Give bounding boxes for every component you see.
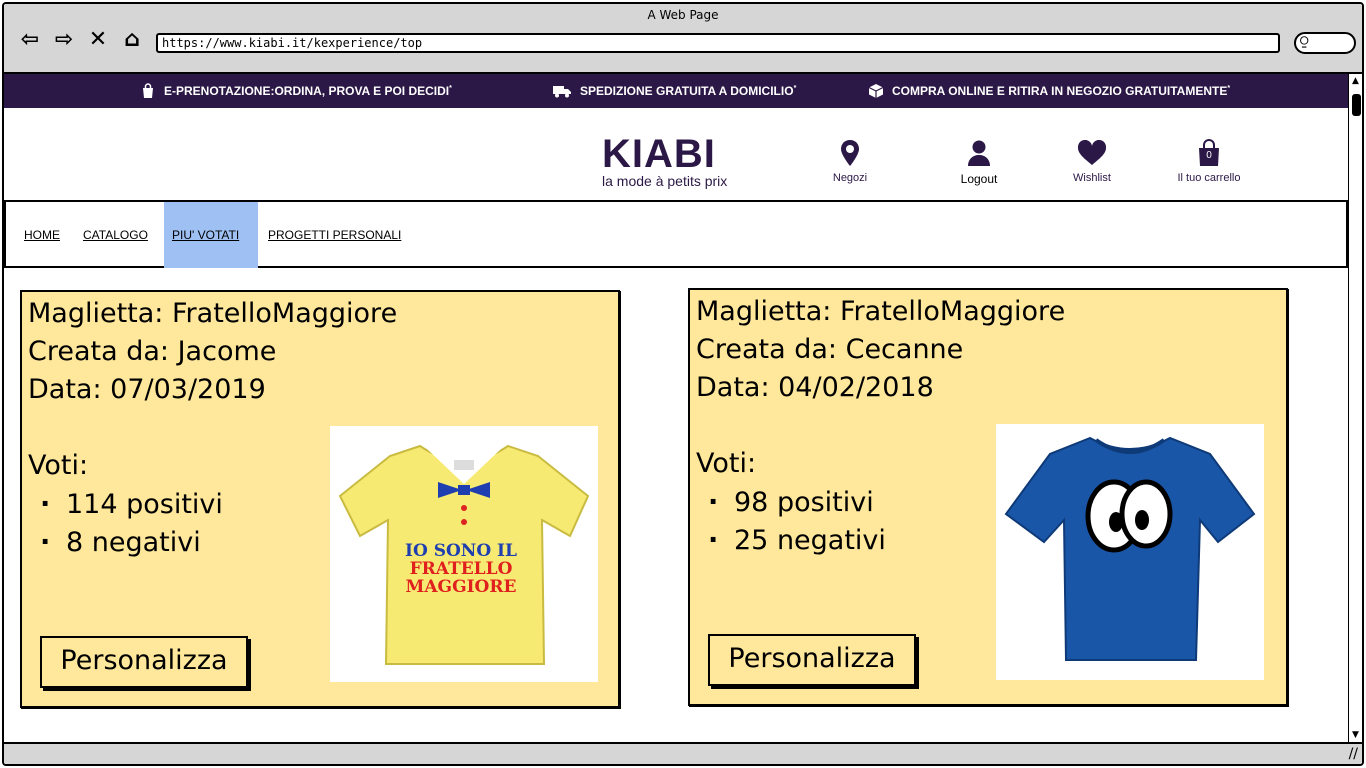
browser-search-field[interactable]: ⍜ xyxy=(1294,32,1356,54)
personalize-button[interactable]: Personalizza xyxy=(708,634,916,686)
card-date: Data: 07/03/2019 xyxy=(28,374,266,405)
yellow-tshirt-image: IO SONO IL FRATELLO MAGGIORE xyxy=(338,444,590,665)
resize-grip-icon[interactable]: // xyxy=(1349,746,1358,762)
product-card: Maglietta: FratelloMaggiore Creata da: C… xyxy=(688,288,1288,706)
votes-heading: Voti: xyxy=(28,450,89,481)
votes-positive: 98 positivi xyxy=(708,484,886,522)
scroll-down-arrow-icon[interactable]: ▼ xyxy=(1352,730,1359,740)
forward-arrow-icon[interactable]: ⇨ xyxy=(50,26,78,54)
promo-reservation-text: E-PRENOTAZIONE:ORDINA, PROVA E POI DECID… xyxy=(164,84,452,98)
scrollbar-thumb[interactable] xyxy=(1352,94,1361,116)
card-creator: Creata da: Jacome xyxy=(28,336,277,367)
window-title: A Web Page xyxy=(647,8,719,22)
promo-shipping-label: SPEDIZIONE GRATUITA A DOMICILIO xyxy=(580,84,794,98)
product-image[interactable]: IO SONO IL FRATELLO MAGGIORE xyxy=(330,426,598,682)
truck-icon xyxy=(553,86,571,98)
browser-nav-buttons: ⇦ ⇨ ✕ ⌂ xyxy=(16,26,146,54)
votes-list: 98 positivi 25 negativi xyxy=(708,484,886,560)
promo-bar: E-PRENOTAZIONE:ORDINA, PROVA E POI DECID… xyxy=(4,74,1348,108)
product-card: Maglietta: FratelloMaggiore Creata da: J… xyxy=(20,290,620,708)
stores-label: Negozi xyxy=(832,172,868,184)
shirt-print-line-2: FRATELLO xyxy=(410,559,513,579)
kiabi-logo[interactable]: KIABI la mode à petits prix xyxy=(602,132,754,190)
tab-piu-votati[interactable]: PIU' VOTATI xyxy=(164,202,258,268)
shirt-print-line-3: MAGGIORE xyxy=(406,577,517,597)
stop-x-icon[interactable]: ✕ xyxy=(84,26,112,54)
back-arrow-icon[interactable]: ⇦ xyxy=(16,26,44,54)
card-date: Data: 04/02/2018 xyxy=(696,372,934,403)
promo-pickup-asterisk: * xyxy=(1227,85,1231,92)
card-title: Maglietta: FratelloMaggiore xyxy=(696,296,1066,327)
user-icon xyxy=(968,140,990,166)
personalize-button[interactable]: Personalizza xyxy=(40,636,248,688)
logo-brand: KIABI xyxy=(602,132,716,176)
main-nav: HOME CATALOGO PIU' VOTATI PROGETTI PERSO… xyxy=(4,200,1348,268)
page-viewport: E-PRENOTAZIONE:ORDINA, PROVA E POI DECID… xyxy=(4,74,1348,742)
card-title: Maglietta: FratelloMaggiore xyxy=(28,298,398,329)
promo-reservation-asterisk: * xyxy=(449,85,452,92)
votes-negative: 8 negativi xyxy=(40,524,223,562)
promo-item-reservation[interactable]: E-PRENOTAZIONE:ORDINA, PROVA E POI DECID… xyxy=(140,83,452,99)
header-link-logout[interactable]: Logout xyxy=(929,138,1029,186)
scroll-up-arrow-icon[interactable]: ▲ xyxy=(1352,76,1359,86)
promo-pickup-text: COMPRA ONLINE E RITIRA IN NEGOZIO GRATUI… xyxy=(892,84,1230,98)
cart-count-badge: 0 xyxy=(1206,150,1212,161)
tab-progetti-personali[interactable]: PROGETTI PERSONALI xyxy=(260,202,409,268)
promo-shipping-text: SPEDIZIONE GRATUITA A DOMICILIO* xyxy=(580,84,796,98)
product-image[interactable] xyxy=(996,424,1264,680)
shopping-bag-icon xyxy=(143,83,153,98)
search-icon: ⍜ xyxy=(1300,33,1309,49)
votes-heading: Voti: xyxy=(696,448,757,479)
votes-positive: 114 positivi xyxy=(40,486,223,524)
header-link-stores[interactable]: Negozi xyxy=(800,138,900,184)
tab-home[interactable]: HOME xyxy=(16,202,68,268)
votes-list: 114 positivi 8 negativi xyxy=(40,486,223,562)
home-icon[interactable]: ⌂ xyxy=(118,26,146,54)
browser-chrome: A Web Page ⇦ ⇨ ✕ ⌂ https://www.kiabi.it/… xyxy=(4,4,1362,74)
votes-negative: 25 negativi xyxy=(708,522,886,560)
address-bar[interactable]: https://www.kiabi.it/kexperience/top xyxy=(156,33,1280,53)
logo-tagline: la mode à petits prix xyxy=(602,173,728,189)
box-icon xyxy=(868,84,884,98)
tab-catalogo[interactable]: CATALOGO xyxy=(75,202,156,268)
promo-shipping-asterisk: * xyxy=(793,85,797,92)
shirt-print-line-1: IO SONO IL xyxy=(405,541,517,561)
browser-status-bar: // xyxy=(4,742,1362,764)
header-link-wishlist[interactable]: Wishlist xyxy=(1042,138,1142,184)
wishlist-label: Wishlist xyxy=(1073,172,1111,184)
promo-item-shipping[interactable]: SPEDIZIONE GRATUITA A DOMICILIO* xyxy=(552,83,796,99)
browser-window: A Web Page ⇦ ⇨ ✕ ⌂ https://www.kiabi.it/… xyxy=(2,2,1364,766)
promo-item-pickup[interactable]: COMPRA ONLINE E RITIRA IN NEGOZIO GRATUI… xyxy=(868,83,1230,99)
promo-pickup-label: COMPRA ONLINE E RITIRA IN NEGOZIO GRATUI… xyxy=(892,84,1228,98)
blue-tshirt-image xyxy=(1004,436,1256,661)
card-creator: Creata da: Cecanne xyxy=(696,334,964,365)
map-pin-icon xyxy=(841,140,859,166)
vertical-scrollbar[interactable]: ▲ ▼ xyxy=(1348,74,1362,742)
logout-label: Logout xyxy=(960,172,998,186)
header-link-cart[interactable]: 0 Il tuo carrello xyxy=(1159,138,1259,184)
heart-icon xyxy=(1077,140,1107,165)
promo-reservation-label: E-PRENOTAZIONE:ORDINA, PROVA E POI DECID… xyxy=(164,84,450,98)
cart-label: Il tuo carrello xyxy=(1177,172,1241,184)
